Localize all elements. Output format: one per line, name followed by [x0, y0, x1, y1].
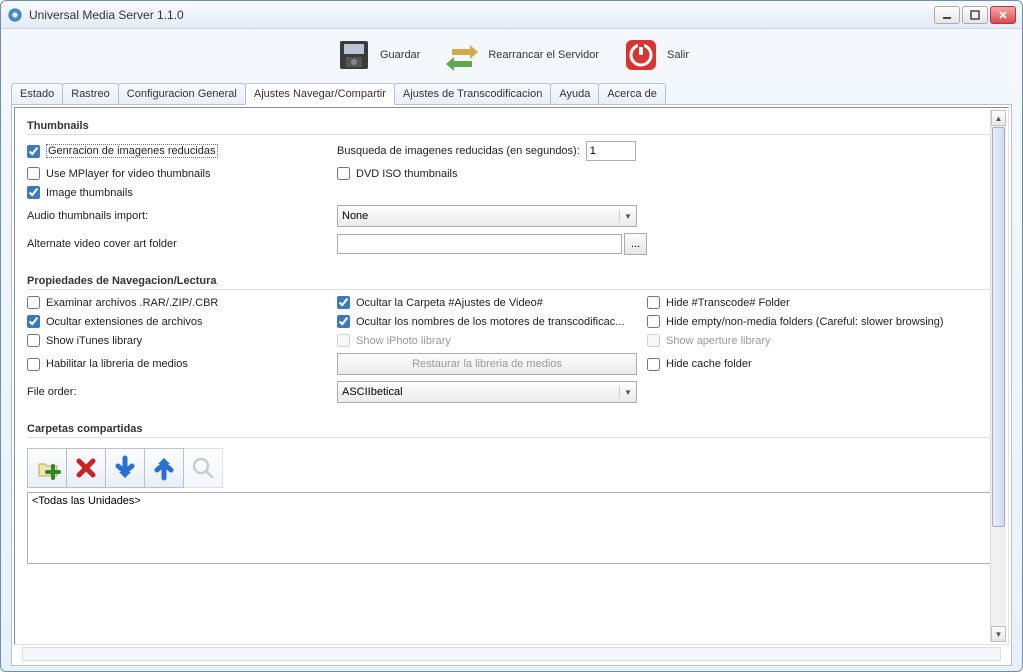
label-hide-ext: Ocultar extensiones de archivos [46, 316, 203, 328]
checkbox-aperture [647, 334, 660, 347]
input-alt-cover[interactable] [337, 234, 622, 254]
exit-button[interactable]: Salir [615, 33, 695, 77]
tab-ayuda[interactable]: Ayuda [550, 83, 599, 104]
label-hide-engines: Ocultar los nombres de los motores de tr… [356, 316, 624, 328]
checkbox-itunes[interactable] [27, 334, 40, 347]
app-icon [7, 7, 23, 23]
shared-folder-toolbar [27, 448, 996, 488]
titlebar[interactable]: Universal Media Server 1.1.0 [1, 1, 1022, 29]
remove-folder-button[interactable] [66, 448, 106, 488]
save-button[interactable]: Guardar [328, 33, 426, 77]
label-gen-thumbnails: Genracion de imagenes reducidas [46, 144, 218, 158]
move-down-button[interactable] [105, 448, 145, 488]
exit-icon [621, 35, 661, 75]
restore-medialib-button: Restaurar la libreria de medios [337, 353, 637, 375]
label-hide-transcode: Hide #Transcode# Folder [666, 297, 790, 309]
select-file-order[interactable]: ASCIIbetical [337, 381, 637, 403]
save-icon [334, 35, 374, 75]
checkbox-hide-ext[interactable] [27, 315, 40, 328]
label-audio-import: Audio thumbnails import: [27, 210, 148, 222]
section-nav-header: Propiedades de Navegacion/Lectura [27, 275, 996, 290]
tab-rastreo[interactable]: Rastreo [62, 83, 119, 104]
select-audio-import[interactable]: None [337, 205, 637, 227]
restart-button[interactable]: Rearrancar el Servidor [436, 33, 605, 77]
move-up-button[interactable] [144, 448, 184, 488]
checkbox-image-thumbs[interactable] [27, 186, 40, 199]
vertical-scrollbar[interactable]: ▲ ▼ [990, 110, 1006, 642]
toolbar: Guardar Rearrancar el Servidor Salir [1, 29, 1022, 81]
label-rar-zip: Examinar archivos .RAR/.ZIP/.CBR [46, 297, 218, 309]
checkbox-dvd-iso[interactable] [337, 167, 350, 180]
checkbox-hide-engines[interactable] [337, 315, 350, 328]
checkbox-rar-zip[interactable] [27, 296, 40, 309]
tab-config-general[interactable]: Configuracion General [118, 83, 246, 104]
shared-folders-list[interactable]: <Todas las Unidades> [27, 492, 996, 564]
browse-button[interactable]: ... [624, 233, 647, 255]
checkbox-medialib[interactable] [27, 358, 40, 371]
tab-ajustes-transcod[interactable]: Ajustes de Transcodificacion [394, 83, 551, 104]
checkbox-gen-thumbnails[interactable] [27, 145, 40, 158]
label-medialib: Habilitar la libreria de medios [46, 358, 188, 370]
checkbox-hide-empty[interactable] [647, 315, 660, 328]
tabstrip: Estado Rastreo Configuracion General Aju… [1, 83, 1022, 104]
tab-estado[interactable]: Estado [11, 83, 63, 104]
checkbox-hide-cache[interactable] [647, 358, 660, 371]
tab-ajustes-navegar[interactable]: Ajustes Navegar/Compartir [245, 83, 395, 105]
tab-acerca[interactable]: Acerca de [598, 83, 666, 104]
maximize-button[interactable] [962, 6, 988, 24]
label-image-thumbs: Image thumbnails [46, 187, 133, 199]
label-alt-cover: Alternate video cover art folder [27, 238, 177, 250]
list-item[interactable]: <Todas las Unidades> [32, 495, 991, 507]
checkbox-hide-transcode[interactable] [647, 296, 660, 309]
panel-content: Thumbnails Genracion de imagenes reducid… [14, 107, 1009, 645]
checkbox-iphoto [337, 334, 350, 347]
input-search-seconds[interactable] [586, 141, 636, 161]
minimize-button[interactable] [934, 6, 960, 24]
label-aperture: Show aperture library [666, 335, 771, 347]
scroll-thumb[interactable] [992, 127, 1005, 527]
label-iphoto: Show iPhoto library [356, 335, 451, 347]
label-dvd-iso: DVD ISO thumbnails [356, 168, 457, 180]
label-mplayer: Use MPlayer for video thumbnails [46, 168, 210, 180]
scan-button [183, 448, 223, 488]
section-thumbnails-header: Thumbnails [27, 120, 996, 135]
label-hide-video: Ocultar la Carpeta #Ajustes de Video# [356, 297, 543, 309]
scroll-down-button[interactable]: ▼ [991, 626, 1006, 642]
restart-icon [442, 35, 482, 75]
checkbox-mplayer[interactable] [27, 167, 40, 180]
main-window: Universal Media Server 1.1.0 Guardar Rea… [0, 0, 1023, 672]
label-search-seconds: Busqueda de imagenes reducidas (en segun… [337, 145, 580, 157]
add-folder-button[interactable] [27, 448, 67, 488]
window-title: Universal Media Server 1.1.0 [29, 8, 934, 22]
scroll-up-button[interactable]: ▲ [991, 110, 1006, 126]
checkbox-hide-video[interactable] [337, 296, 350, 309]
label-hide-cache: Hide cache folder [666, 358, 752, 370]
label-file-order: File order: [27, 386, 77, 398]
section-shared-header: Carpetas compartidas [27, 423, 996, 438]
close-button[interactable] [990, 6, 1016, 24]
main-panel: Thumbnails Genracion de imagenes reducid… [11, 104, 1012, 666]
label-itunes: Show iTunes library [46, 335, 142, 347]
label-hide-empty: Hide empty/non-media folders (Careful: s… [666, 316, 944, 328]
statusbar [22, 647, 1001, 661]
